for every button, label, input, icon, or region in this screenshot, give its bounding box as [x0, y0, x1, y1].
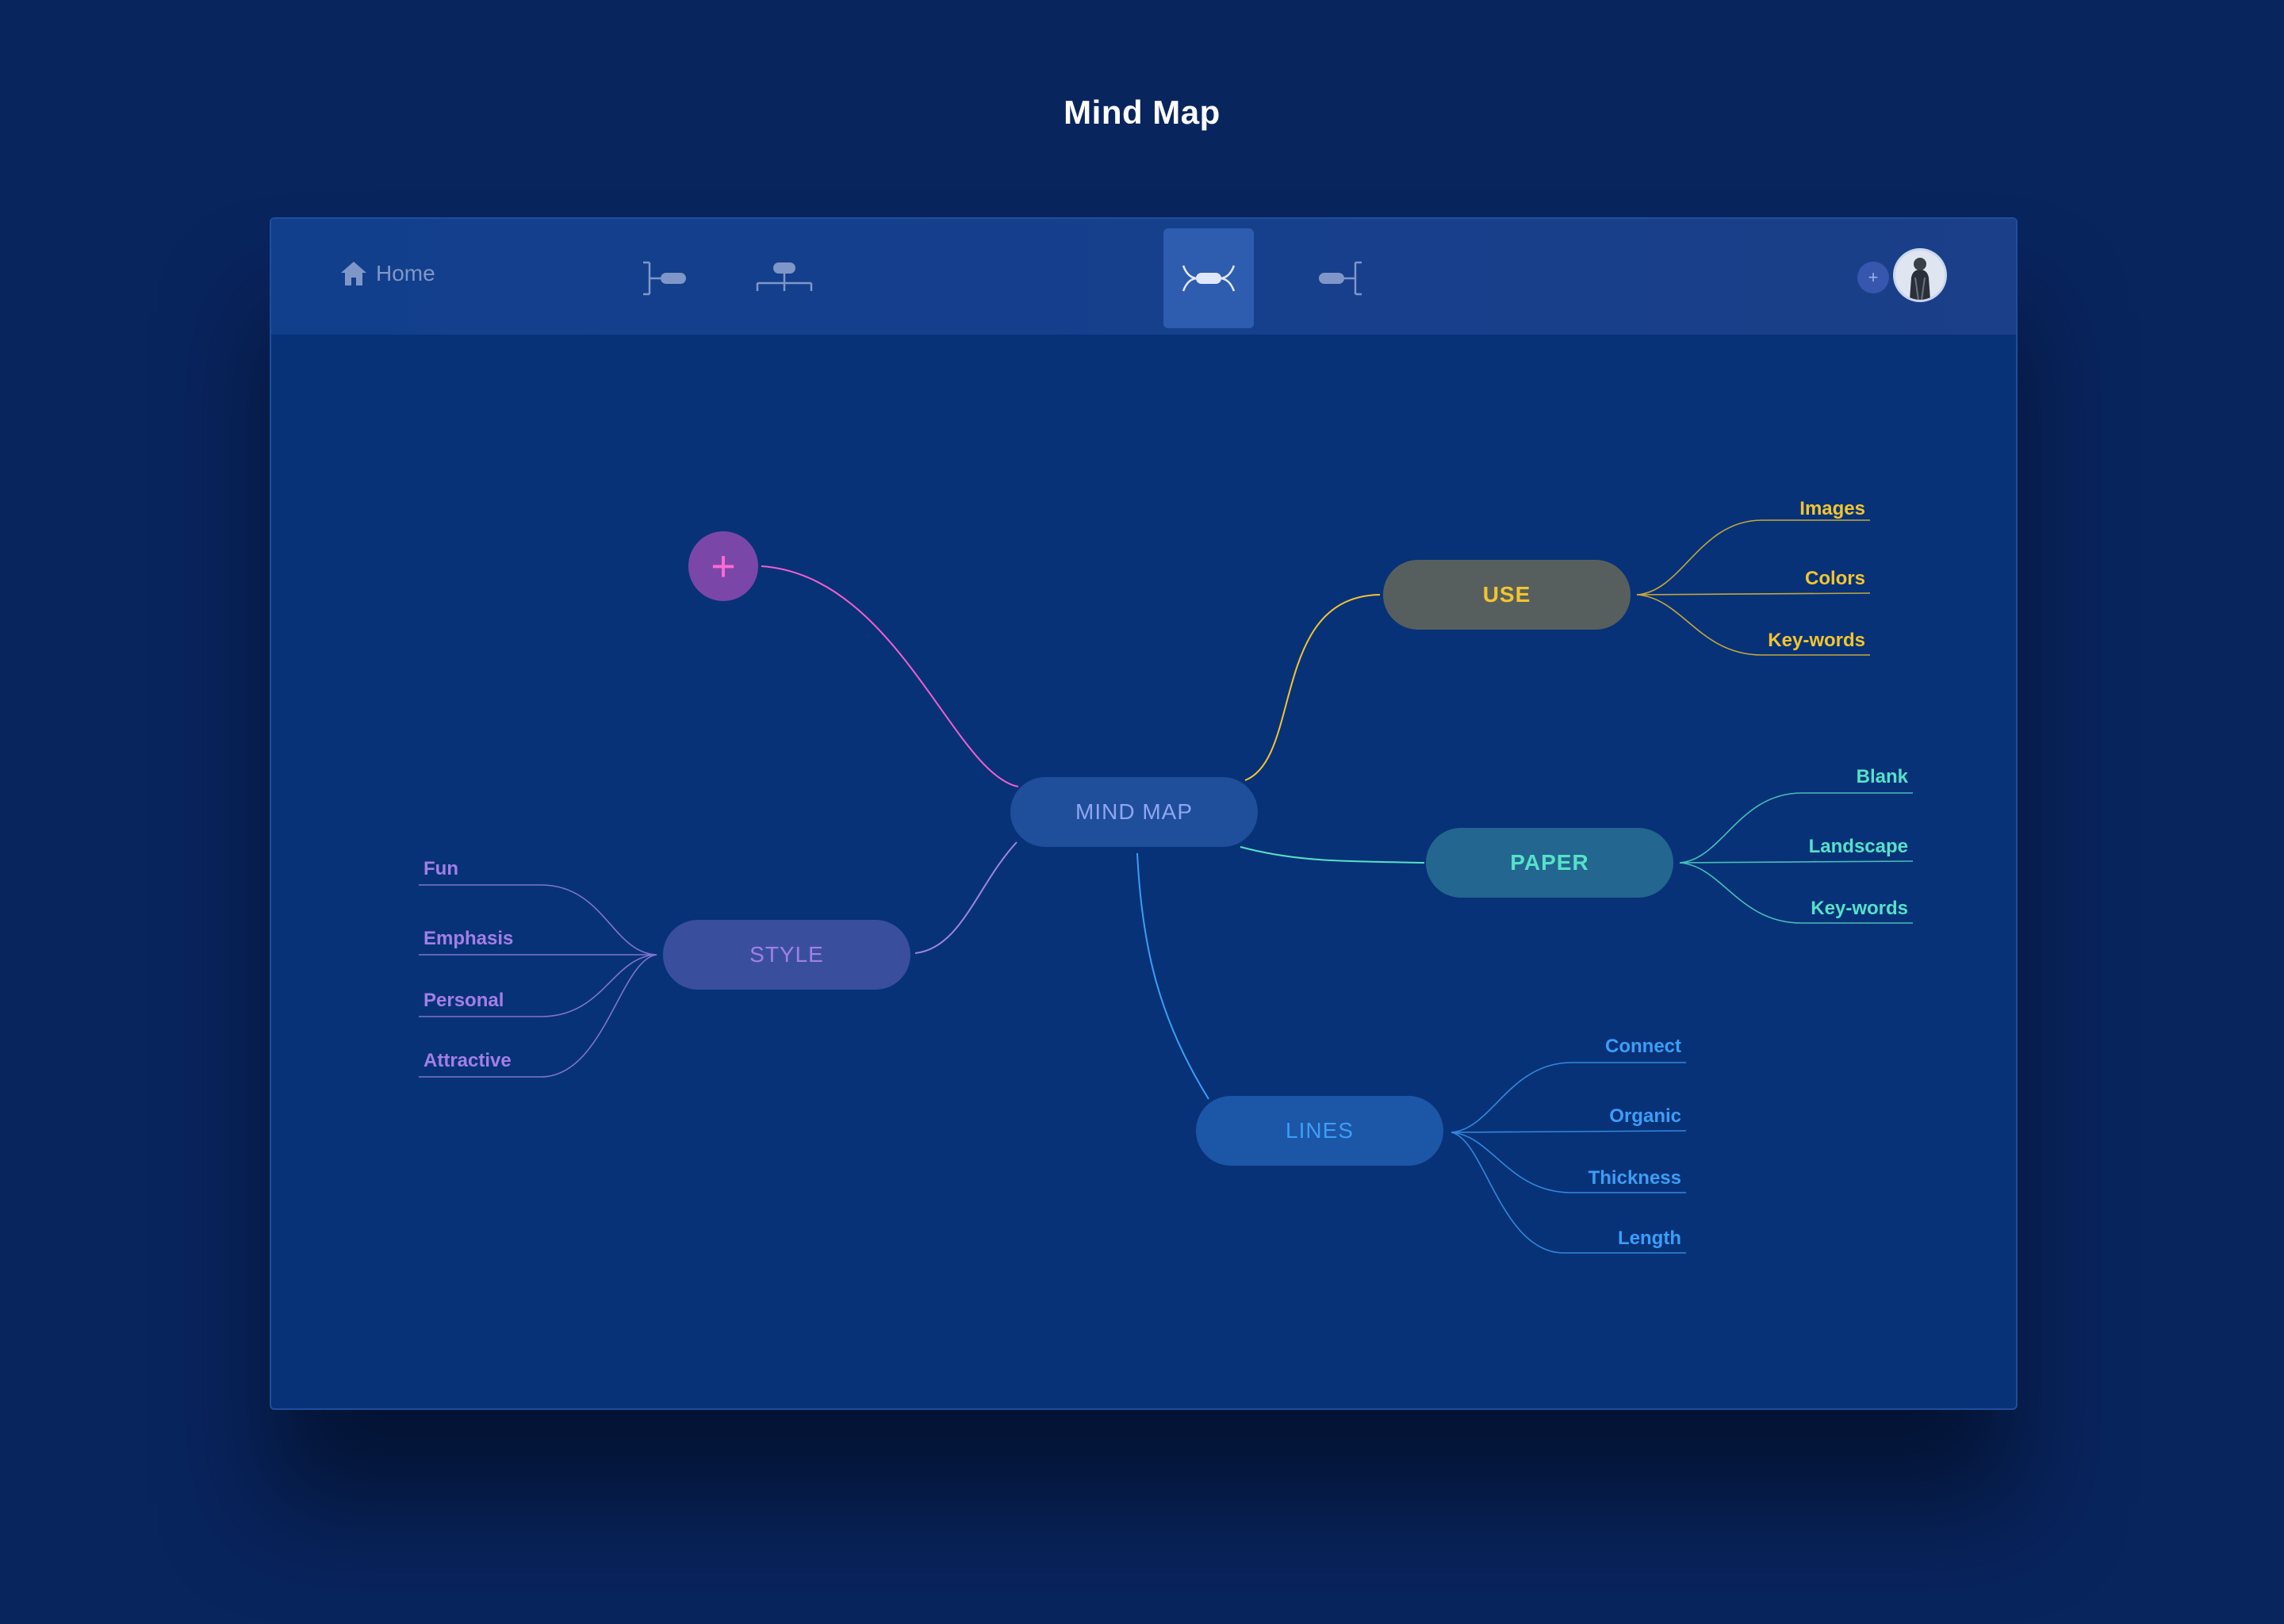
style-leaf-personal[interactable]: Personal	[423, 990, 504, 1012]
connector-central-to-use	[1244, 594, 1381, 781]
use-leaf-colors[interactable]: Colors	[1738, 568, 1865, 590]
lines-node[interactable]: LINES	[1196, 1096, 1443, 1166]
use-node[interactable]: USE	[1383, 560, 1631, 630]
style-leaf-emphasis[interactable]: Emphasis	[423, 928, 513, 950]
connector-central-to-lines	[1136, 852, 1209, 1100]
lines-leaf-connect[interactable]: Connect	[1540, 1036, 1681, 1058]
lines-leaf-thickness[interactable]: Thickness	[1540, 1167, 1681, 1189]
connector-central-to-style	[914, 841, 1017, 954]
style-leaf-attractive[interactable]: Attractive	[423, 1050, 512, 1072]
use-leaf-images[interactable]: Images	[1738, 498, 1865, 520]
style-leaf-connectors	[419, 884, 657, 1078]
central-node[interactable]: MIND MAP	[1010, 777, 1258, 847]
paper-leaf-landscape[interactable]: Landscape	[1746, 836, 1908, 858]
page-title: Mind Map	[1063, 94, 1221, 131]
lines-leaf-length[interactable]: Length	[1540, 1228, 1681, 1250]
paper-leaf-keywords[interactable]: Key-words	[1746, 898, 1908, 920]
lines-leaf-organic[interactable]: Organic	[1540, 1105, 1681, 1128]
paper-leaf-blank[interactable]: Blank	[1746, 766, 1908, 788]
paper-node[interactable]: PAPER	[1426, 828, 1673, 898]
lines-leaf-connectors	[1450, 1062, 1687, 1254]
connector-central-to-add	[761, 565, 1019, 787]
style-node[interactable]: STYLE	[663, 920, 910, 990]
style-leaf-fun[interactable]: Fun	[423, 858, 458, 880]
connector-central-to-paper	[1240, 846, 1425, 864]
app-window: Home + + MIND MAP USE PAPER LINES STYLE …	[270, 217, 2018, 1410]
add-node-button[interactable]: +	[688, 531, 758, 601]
use-leaf-keywords[interactable]: Key-words	[1738, 630, 1865, 652]
